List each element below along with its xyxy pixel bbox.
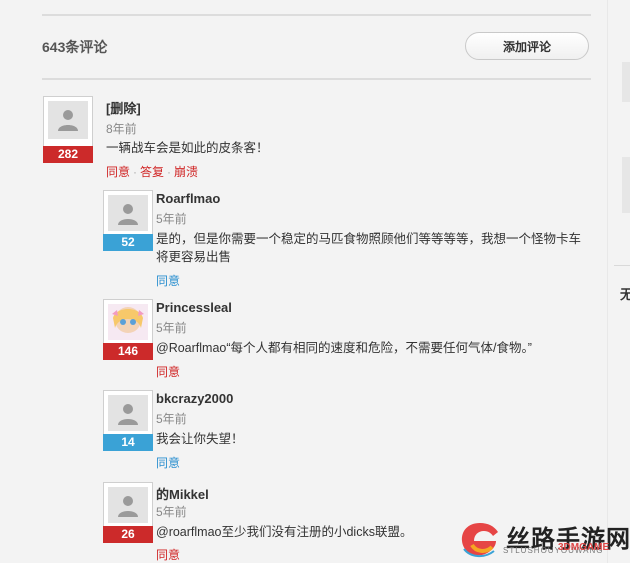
comment-author[interactable]: 的Mikkel xyxy=(156,484,209,503)
comment-actions: 同意 xyxy=(156,454,180,471)
separator: · xyxy=(167,165,172,179)
sidebar-block xyxy=(622,157,630,213)
anime-avatar-image xyxy=(108,304,148,340)
comment-author[interactable]: bkcrazy2000 xyxy=(156,391,233,406)
avatar xyxy=(108,395,148,431)
vote-score: 14 xyxy=(103,434,153,451)
comment-avatar-card[interactable]: 282 xyxy=(43,96,93,163)
agree-link[interactable]: 同意 xyxy=(156,274,180,288)
comment-actions: 同意 · 答复 · 崩溃 xyxy=(106,163,198,180)
sidebar-border xyxy=(607,0,608,563)
add-comment-button[interactable]: 添加评论 xyxy=(465,32,589,60)
sidebar-divider xyxy=(614,265,630,266)
separator: · xyxy=(133,165,138,179)
agree-link[interactable]: 同意 xyxy=(156,365,180,379)
vote-score: 146 xyxy=(103,343,153,360)
comment-avatar-card[interactable]: 52 xyxy=(103,190,153,251)
sidebar-heading-fragment: 无 xyxy=(620,287,630,302)
user-placeholder-icon xyxy=(118,204,138,225)
watermark-logo-icon xyxy=(461,523,498,557)
agree-link[interactable]: 同意 xyxy=(156,456,180,470)
comment-text: @roarflmao至少我们没有注册的小dicks联盟。 xyxy=(156,525,413,539)
avatar xyxy=(108,195,148,231)
comment-avatar-card[interactable]: 146 xyxy=(103,299,153,360)
user-placeholder-icon xyxy=(118,496,138,517)
reply-link[interactable]: 答复 xyxy=(140,165,164,179)
comment-text: 是的，但是你需要一个稳定的马匹食物照顾他们等等等等，我想一个怪物卡车将更容易出售 xyxy=(156,232,582,264)
comment-author[interactable]: Roarflmao xyxy=(156,191,220,206)
top-divider xyxy=(42,14,591,16)
comment-actions: 同意 xyxy=(156,546,180,563)
comment-time: 5年前 xyxy=(156,212,187,226)
collapse-link[interactable]: 崩溃 xyxy=(174,165,198,179)
user-placeholder-icon xyxy=(58,110,78,131)
vote-score: 282 xyxy=(43,146,93,163)
comment-author[interactable]: Princessleal xyxy=(156,300,232,315)
watermark-brand: 3DMGAME xyxy=(558,542,610,553)
comment-time: 5年前 xyxy=(156,505,187,519)
agree-link[interactable]: 同意 xyxy=(106,165,130,179)
avatar xyxy=(108,304,148,340)
comment-time: 8年前 xyxy=(106,122,137,136)
comment-actions: 同意 xyxy=(156,272,180,289)
agree-link[interactable]: 同意 xyxy=(156,548,180,562)
comment-author[interactable]: [删除] xyxy=(106,98,141,117)
comment-time: 5年前 xyxy=(156,321,187,335)
sidebar-block xyxy=(622,62,630,102)
user-placeholder-icon xyxy=(118,404,138,425)
comment-actions: 同意 xyxy=(156,363,180,380)
avatar xyxy=(48,101,88,139)
site-watermark: 丝路手游网 STLUSHOUYOUWANG 3DMGAME xyxy=(458,517,630,563)
comment-text: 我会让你失望！ xyxy=(156,432,244,446)
comment-text: @Roarflmao“每个人都有相同的速度和危险，不需要任何气体/食物。” xyxy=(156,341,532,355)
comment-avatar-card[interactable]: 26 xyxy=(103,482,153,543)
comment-count: 643条评论 xyxy=(42,39,108,55)
avatar xyxy=(108,487,148,523)
comment-time: 5年前 xyxy=(156,412,187,426)
comment-text: 一辆战车会是如此的皮条客！ xyxy=(106,141,269,155)
comment-avatar-card[interactable]: 14 xyxy=(103,390,153,451)
header-divider xyxy=(42,78,591,80)
vote-score: 26 xyxy=(103,526,153,543)
vote-score: 52 xyxy=(103,234,153,251)
